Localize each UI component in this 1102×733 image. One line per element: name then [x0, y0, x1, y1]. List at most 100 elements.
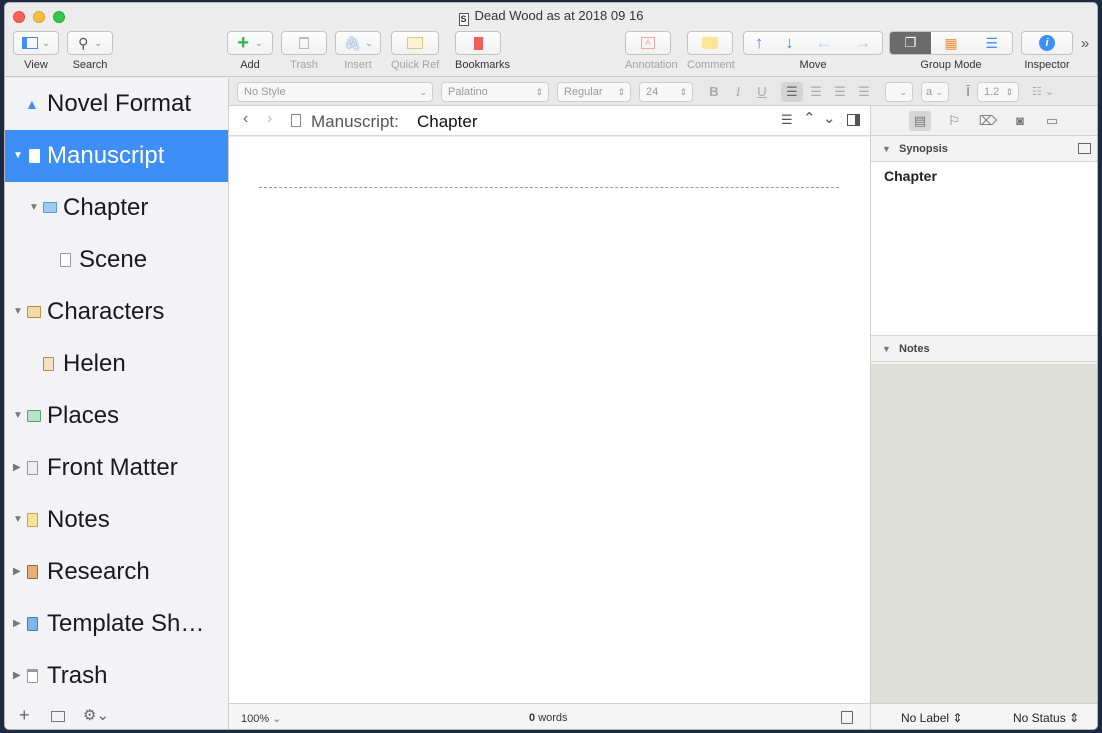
- add-item-icon[interactable]: +: [19, 705, 30, 726]
- minimize-window-button[interactable]: [33, 11, 45, 23]
- status-select[interactable]: No Status ⇕: [1013, 711, 1079, 725]
- binder-item-template-sheets[interactable]: ▶ Template Sh…: [5, 598, 228, 650]
- synopsis-text[interactable]: Chapter: [871, 162, 1097, 336]
- editor-text-area[interactable]: [229, 137, 870, 703]
- arrow-left-icon[interactable]: ←: [815, 33, 832, 53]
- comment-control[interactable]: Comment: [687, 31, 735, 71]
- binder-item-label: Helen: [63, 350, 126, 377]
- close-window-button[interactable]: [13, 11, 25, 23]
- quickref-control[interactable]: Quick Ref: [391, 31, 439, 71]
- trash-label: Trash: [290, 59, 318, 71]
- binder-item-manuscript[interactable]: ▼ Manuscript: [5, 130, 228, 182]
- inspector-footer: No Label ⇕ No Status ⇕: [871, 703, 1097, 729]
- binder-item-trash[interactable]: ▶ Trash: [5, 650, 228, 702]
- notes-text-area[interactable]: [871, 364, 1097, 704]
- align-left-button[interactable]: ☰: [781, 82, 803, 102]
- disclosure-open-icon[interactable]: ▼: [29, 182, 39, 234]
- view-button[interactable]: ⌄: [13, 31, 59, 55]
- trash-control[interactable]: Trash: [281, 31, 327, 71]
- highlight-select[interactable]: a ⌄: [921, 82, 949, 102]
- outliner-mode-icon[interactable]: ☰: [971, 32, 1012, 54]
- zoom-select[interactable]: 100% ⌄: [241, 712, 281, 725]
- disclosure-open-icon[interactable]: ▼: [13, 130, 23, 182]
- bold-button[interactable]: B: [703, 82, 725, 102]
- binder-item-chapter[interactable]: ▼ Chapter: [5, 182, 228, 234]
- insert-button[interactable]: 🖇 ⌄: [335, 31, 381, 55]
- binder-item-research[interactable]: ▶ Research: [5, 546, 228, 598]
- bookmarks-tab-icon[interactable]: ⚐: [943, 111, 965, 131]
- document-proxy-icon[interactable]: S: [458, 13, 469, 26]
- insert-control[interactable]: 🖇 ⌄ Insert: [335, 31, 381, 71]
- binder-item-characters[interactable]: ▼ Characters: [5, 286, 228, 338]
- italic-button[interactable]: I: [727, 82, 749, 102]
- annotation-button[interactable]: A: [625, 31, 671, 55]
- bookmarks-control[interactable]: Bookmarks: [455, 31, 510, 71]
- align-right-button[interactable]: ☰: [829, 82, 851, 102]
- gear-icon[interactable]: ⚙⌄: [83, 706, 109, 724]
- comment-button[interactable]: [687, 31, 733, 55]
- back-icon[interactable]: ‹: [243, 110, 248, 128]
- disclosure-open-icon[interactable]: ▼: [13, 494, 23, 546]
- list-icon[interactable]: ☰: [781, 112, 793, 128]
- binder-item-novel-format[interactable]: ▲ Novel Format: [5, 78, 228, 130]
- scrivenings-mode-icon[interactable]: ❐: [890, 32, 931, 54]
- binder-item-notes[interactable]: ▼ Notes: [5, 494, 228, 546]
- inspector-control[interactable]: i Inspector: [1021, 31, 1073, 71]
- list-style-button[interactable]: ☷ ⌄: [1029, 82, 1057, 102]
- size-select[interactable]: 24 ⇕: [639, 82, 693, 102]
- notes-tab-icon[interactable]: ▤: [909, 111, 931, 131]
- line-spacing-select[interactable]: 1.2 ⇕: [977, 82, 1019, 102]
- chevron-down-icon: ⌄: [272, 713, 282, 725]
- annotation-control[interactable]: A Annotation: [625, 31, 678, 71]
- disclosure-closed-icon[interactable]: ▶: [13, 650, 21, 702]
- disclosure-closed-icon[interactable]: ▶: [13, 546, 21, 598]
- breadcrumb-current[interactable]: Chapter: [417, 112, 477, 132]
- search-button[interactable]: ⚲ ⌄: [67, 31, 113, 55]
- bookmarks-button[interactable]: [455, 31, 501, 55]
- inspector-button[interactable]: i: [1021, 31, 1073, 55]
- trash-button[interactable]: [281, 31, 327, 55]
- toolbar-overflow-icon[interactable]: »: [1077, 35, 1093, 52]
- align-justify-button[interactable]: ☰: [853, 82, 875, 102]
- disclosure-open-icon[interactable]: ▼: [13, 390, 23, 442]
- chevron-down-icon[interactable]: ⌄: [823, 109, 836, 127]
- arrow-down-icon[interactable]: ↓: [785, 33, 794, 53]
- disclosure-closed-icon[interactable]: ▶: [13, 442, 21, 494]
- synopsis-header[interactable]: ▼ Synopsis: [871, 136, 1097, 162]
- metadata-tab-icon[interactable]: ⌦: [977, 111, 999, 131]
- binder-item-front-matter[interactable]: ▶ Front Matter: [5, 442, 228, 494]
- image-icon[interactable]: [1078, 143, 1091, 154]
- notes-header[interactable]: ▼ Notes: [871, 336, 1097, 362]
- arrow-right-icon[interactable]: →: [854, 33, 871, 53]
- disclosure-open-icon[interactable]: ▼: [13, 286, 23, 338]
- font-select[interactable]: Palatino ⇕: [441, 82, 549, 102]
- weight-select[interactable]: Regular ⇕: [557, 82, 631, 102]
- search-control[interactable]: ⚲ ⌄ Search: [67, 31, 113, 71]
- disclosure-closed-icon[interactable]: ▶: [13, 598, 21, 650]
- target-icon[interactable]: [841, 711, 853, 724]
- chevron-up-icon[interactable]: ⌃: [803, 109, 816, 127]
- zoom-window-button[interactable]: [53, 11, 65, 23]
- binder-item-places[interactable]: ▼ Places: [5, 390, 228, 442]
- disclosure-open-icon[interactable]: ▼: [882, 136, 891, 162]
- forward-icon[interactable]: ›: [267, 110, 272, 128]
- corkboard-mode-icon[interactable]: ▦: [931, 32, 972, 54]
- style-select[interactable]: No Style ⌄: [237, 82, 433, 102]
- disclosure-open-icon[interactable]: ▼: [882, 336, 891, 362]
- add-button[interactable]: + ⌄: [227, 31, 273, 55]
- binder-item-helen[interactable]: Helen: [5, 338, 228, 390]
- quickref-button[interactable]: [391, 31, 439, 55]
- underline-button[interactable]: U: [751, 82, 773, 102]
- add-folder-icon[interactable]: [51, 711, 65, 722]
- text-color-select[interactable]: ⌄: [885, 82, 913, 102]
- arrow-up-icon[interactable]: ↑: [755, 33, 764, 53]
- view-control[interactable]: ⌄ View: [13, 31, 59, 71]
- add-control[interactable]: + ⌄ Add: [227, 31, 273, 71]
- comments-tab-icon[interactable]: ▭: [1041, 111, 1063, 131]
- breadcrumb-parent[interactable]: Manuscript:: [311, 112, 399, 132]
- snapshots-tab-icon[interactable]: ◙: [1009, 111, 1031, 131]
- align-center-button[interactable]: ☰: [805, 82, 827, 102]
- binder-item-scene[interactable]: Scene: [5, 234, 228, 286]
- split-editor-icon[interactable]: [847, 114, 860, 126]
- label-select[interactable]: No Label ⇕: [901, 711, 962, 725]
